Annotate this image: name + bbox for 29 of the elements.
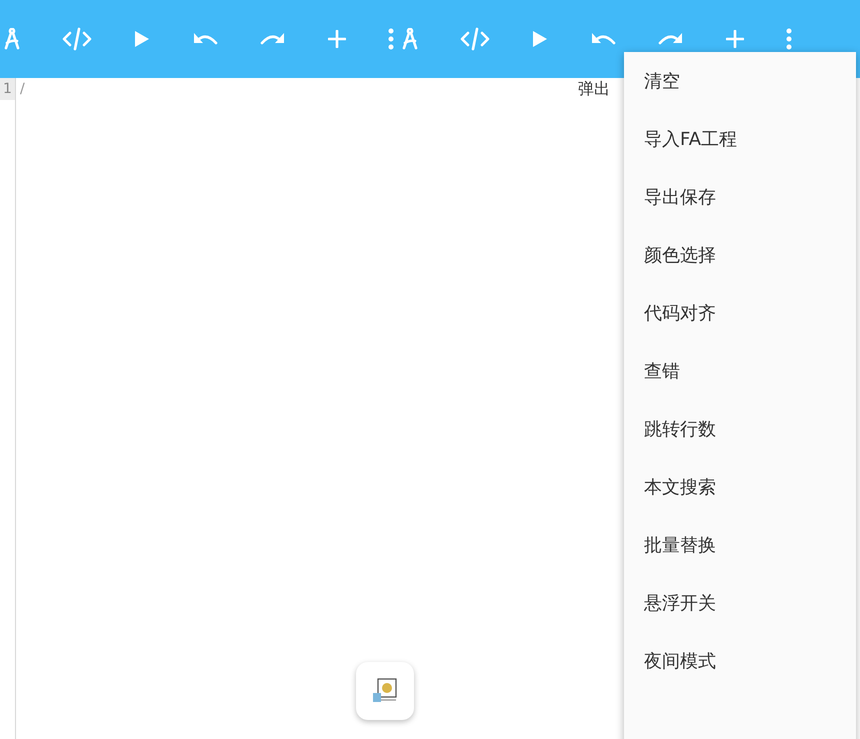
add-icon[interactable] [328, 30, 346, 48]
menu-item[interactable]: 颜色选择 [624, 226, 856, 284]
more-icon[interactable] [388, 28, 394, 50]
popup-text: 弹出 [578, 78, 610, 100]
menu-item[interactable]: 夜间模式 [624, 632, 856, 690]
menu-item[interactable]: 清空 [624, 52, 856, 110]
play-icon[interactable] [532, 30, 548, 48]
menu-item[interactable]: 导入FA工程 [624, 110, 856, 168]
code-icon[interactable] [460, 27, 490, 51]
menu-item[interactable]: 悬浮开关 [624, 574, 856, 632]
code-text: / [20, 80, 25, 99]
menu-item[interactable]: 跳转行数 [624, 400, 856, 458]
play-icon[interactable] [134, 30, 150, 48]
line-number: 1 [0, 78, 15, 100]
menu-item[interactable]: 导出保存 [624, 168, 856, 226]
menu-item[interactable]: 查错 [624, 342, 856, 400]
undo-icon[interactable] [192, 31, 218, 47]
redo-icon[interactable] [658, 31, 684, 47]
code-icon[interactable] [62, 27, 92, 51]
add-icon[interactable] [726, 30, 744, 48]
compass-icon[interactable] [402, 28, 418, 50]
more-icon[interactable] [786, 28, 792, 50]
floating-app-button[interactable] [356, 662, 414, 720]
menu-item[interactable]: 代码对齐 [624, 284, 856, 342]
menu-item[interactable]: 批量替换 [624, 516, 856, 574]
compass-icon[interactable] [4, 28, 20, 50]
menu-item[interactable]: 本文搜索 [624, 458, 856, 516]
undo-icon[interactable] [590, 31, 616, 47]
redo-icon[interactable] [260, 31, 286, 47]
